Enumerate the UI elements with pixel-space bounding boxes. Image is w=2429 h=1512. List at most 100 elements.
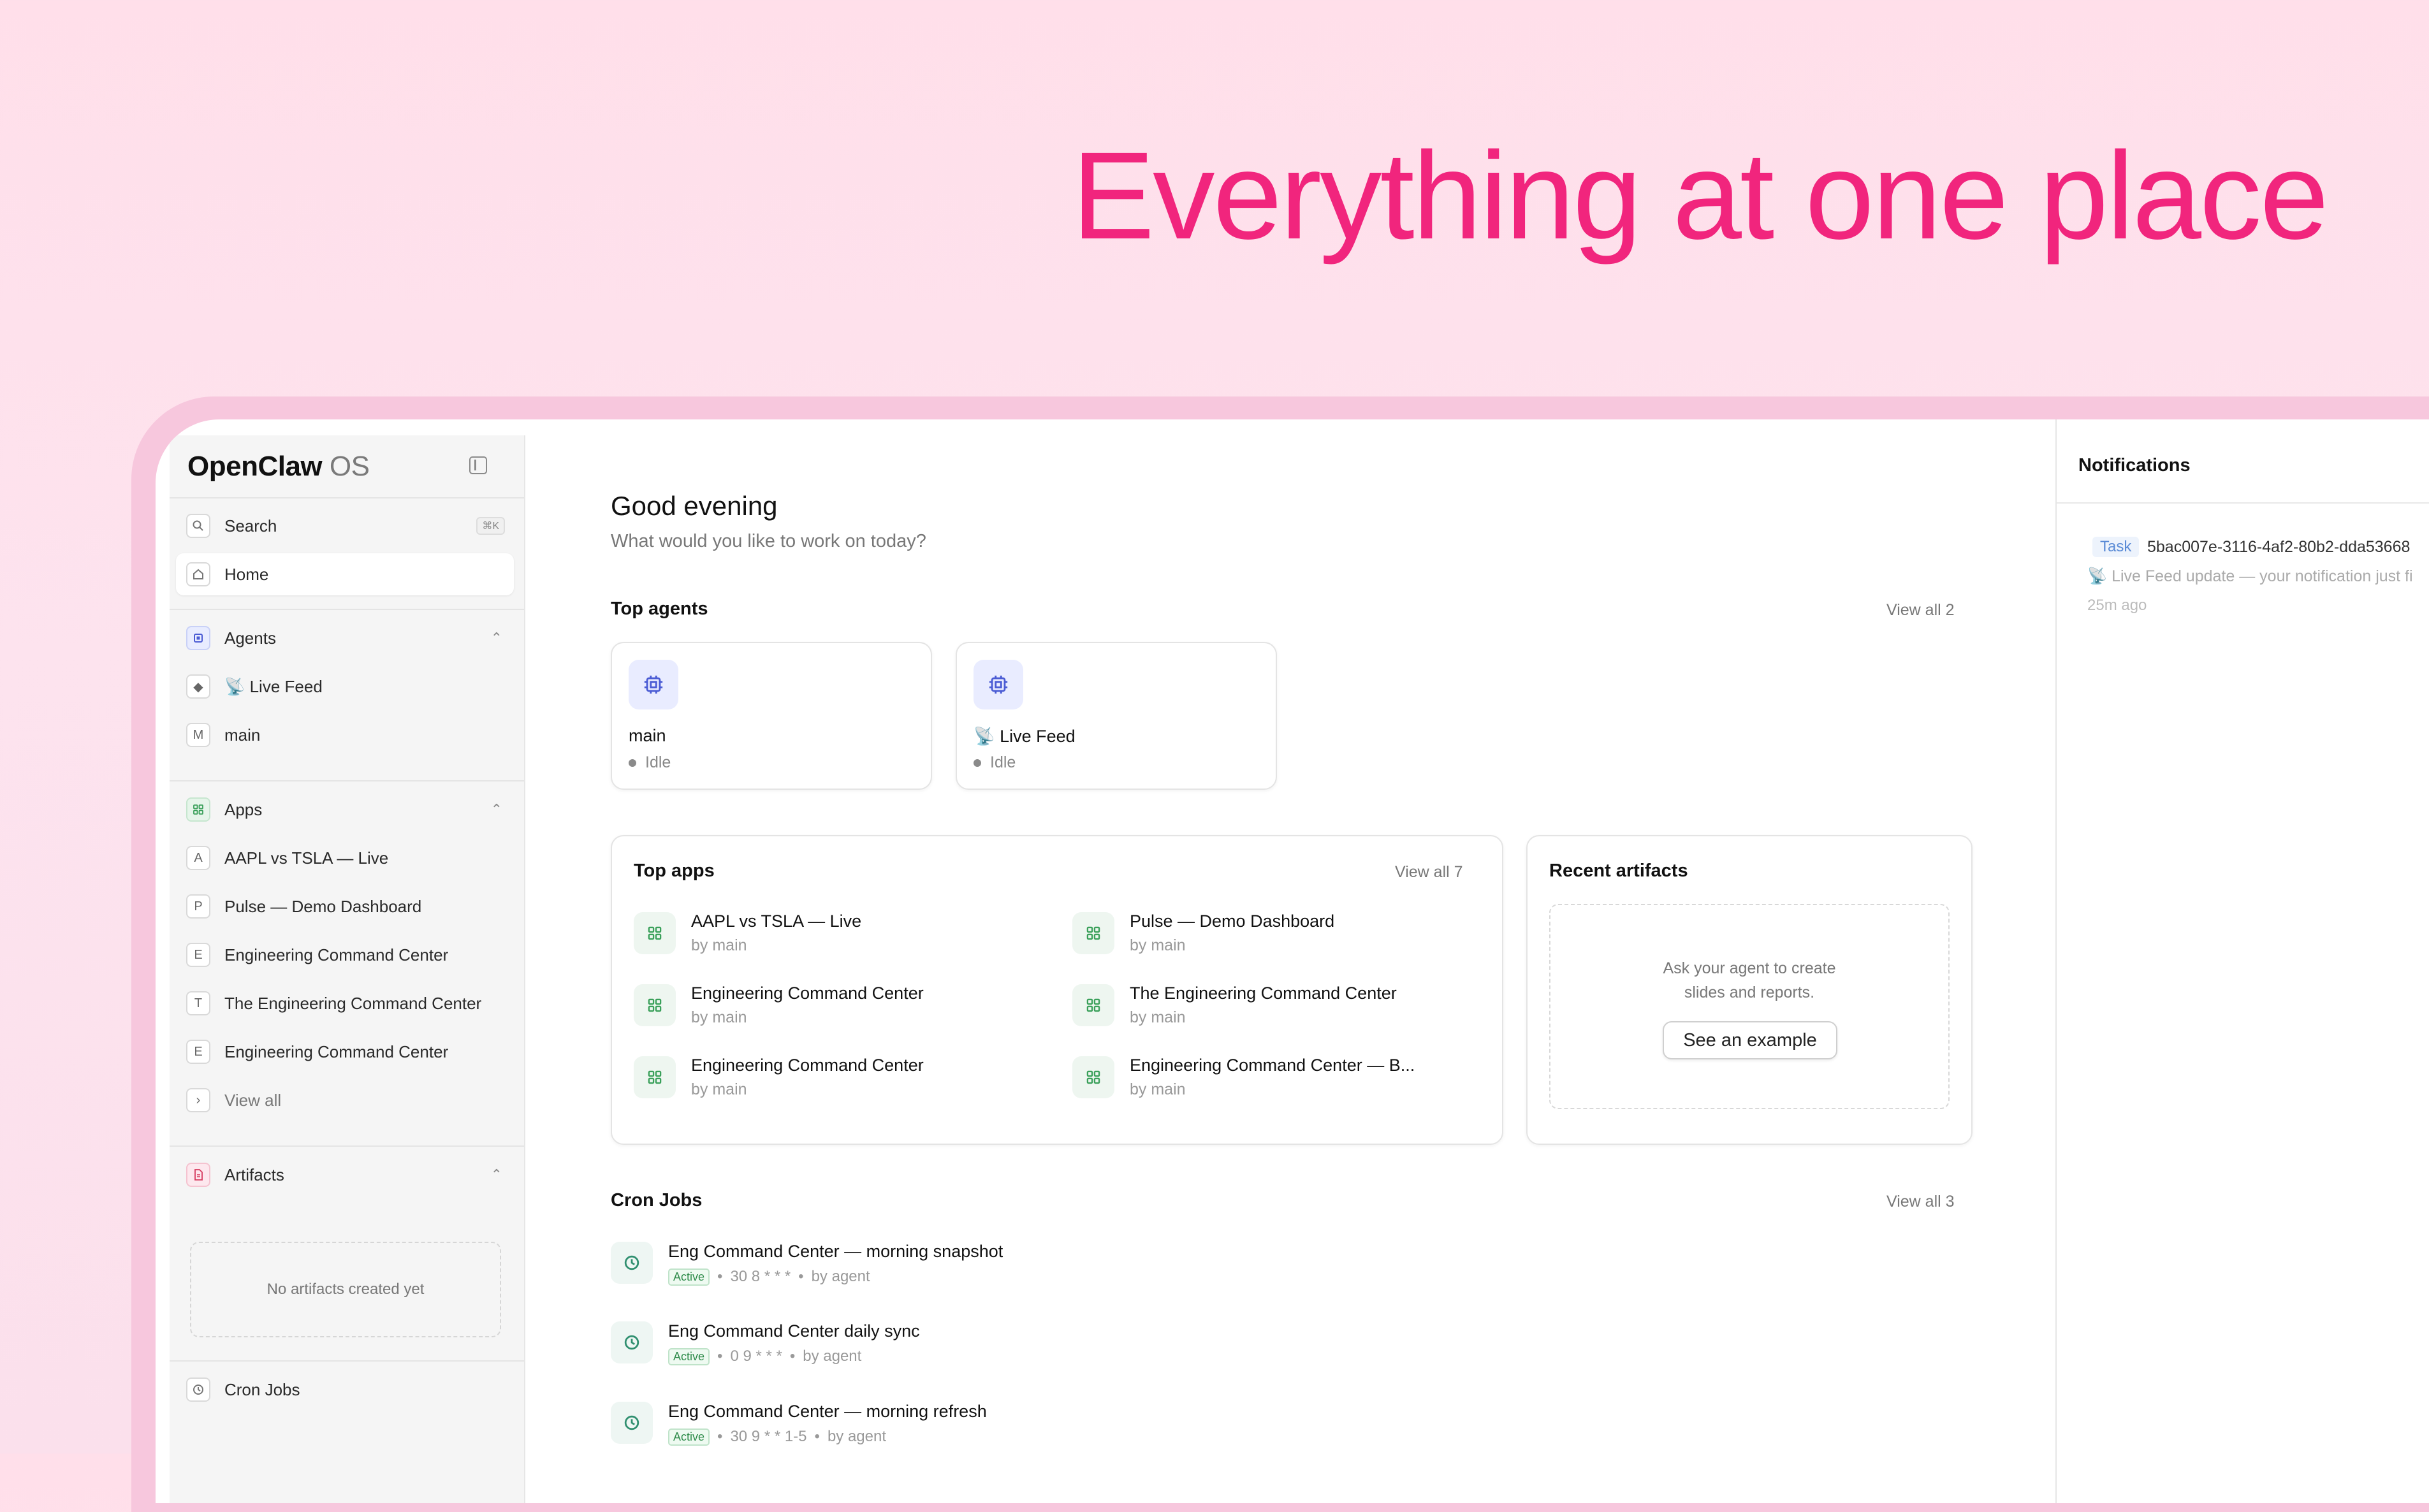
- artifacts-empty-state: Ask your agent to create slides and repo…: [1549, 904, 1950, 1109]
- cron-job-item[interactable]: Eng Command Center — morning refresh Act…: [611, 1402, 987, 1446]
- cron-job-item[interactable]: Eng Command Center daily sync Active • 0 …: [611, 1321, 920, 1365]
- brand-name: OpenClaw: [187, 451, 323, 482]
- app-letter-icon: E: [186, 943, 210, 967]
- clock-icon: [186, 1378, 210, 1402]
- agent-status-text: Idle: [645, 753, 671, 771]
- artifacts-section-header[interactable]: Artifacts ⌃: [176, 1154, 514, 1196]
- clock-icon: [611, 1242, 653, 1284]
- agent-label: main: [224, 725, 261, 745]
- artifacts-empty-state: No artifacts created yet: [190, 1242, 501, 1337]
- status-dot: [629, 759, 636, 767]
- app-letter-icon: E: [186, 1040, 210, 1064]
- sidebar-item-agent[interactable]: M main: [176, 714, 514, 756]
- status-badge: Active: [668, 1348, 710, 1365]
- app-grid-icon: [634, 1056, 676, 1098]
- sidebar-item-app[interactable]: A AAPL vs TSLA — Live: [176, 837, 514, 879]
- app-label: Engineering Command Center: [224, 945, 449, 964]
- cron-job-title: Eng Command Center daily sync: [668, 1321, 920, 1341]
- view-all-apps-link[interactable]: › View all: [176, 1079, 514, 1121]
- cron-job-meta: Active • 30 9 * * 1-5 • by agent: [668, 1428, 987, 1446]
- agent-status: Idle: [629, 753, 671, 772]
- view-all-label: View all: [224, 1090, 282, 1110]
- search-shortcut: ⌘K: [476, 517, 505, 535]
- app-grid-icon: [1072, 1056, 1114, 1098]
- app-label: Engineering Command Center: [224, 1042, 449, 1061]
- agent-card[interactable]: 📡 Live Feed Idle: [956, 642, 1277, 790]
- agent-status-text: Idle: [990, 753, 1016, 771]
- task-id: 5bac007e-3116-4af2-80b2-dda53668: [2147, 538, 2411, 556]
- chevron-up-icon[interactable]: ⌃: [491, 630, 502, 646]
- cron-job-title: Eng Command Center — morning refresh: [668, 1402, 987, 1421]
- app-owner: by main: [1130, 936, 1186, 954]
- sidebar-item-home[interactable]: Home: [176, 553, 514, 595]
- cron-jobs-label: Cron Jobs: [224, 1379, 300, 1399]
- agent-label: 📡 Live Feed: [224, 676, 323, 696]
- app-title: Engineering Command Center — B...: [1130, 1056, 1415, 1075]
- home-icon: [186, 562, 210, 586]
- cron-owner: by agent: [811, 1268, 870, 1285]
- artifacts-empty-message: Ask your agent to create slides and repo…: [1550, 956, 1948, 1005]
- app-title: Pulse — Demo Dashboard: [1130, 912, 1335, 931]
- sidebar-item-app[interactable]: P Pulse — Demo Dashboard: [176, 885, 514, 927]
- app-letter-icon: A: [186, 846, 210, 870]
- apps-section-header[interactable]: Apps ⌃: [176, 789, 514, 831]
- notification-description: 📡 Live Feed update — your notification j…: [2087, 567, 2413, 585]
- agents-section-header[interactable]: Agents ⌃: [176, 617, 514, 659]
- chevron-up-icon[interactable]: ⌃: [491, 1167, 502, 1183]
- sidebar-item-app[interactable]: E Engineering Command Center: [176, 1031, 514, 1073]
- app-letter-icon: T: [186, 991, 210, 1015]
- app-title: Engineering Command Center: [691, 984, 924, 1003]
- apps-header-label: Apps: [224, 799, 263, 819]
- app-owner: by main: [1130, 1080, 1186, 1098]
- view-all-agents-link[interactable]: View all 2: [1886, 601, 1955, 620]
- app-grid-icon: [634, 984, 676, 1026]
- artifacts-msg-line: slides and reports.: [1684, 984, 1815, 1001]
- app-grid-icon: [634, 912, 676, 954]
- sidebar-item-cron-jobs[interactable]: Cron Jobs: [176, 1369, 514, 1411]
- divider: [170, 497, 524, 498]
- hero-headline: Everything at one place: [1072, 126, 2329, 265]
- live-feed-agent-icon: ◆: [186, 674, 210, 699]
- search-label: Search: [224, 516, 277, 535]
- app-title: Engineering Command Center: [691, 1056, 924, 1075]
- chevron-up-icon[interactable]: ⌃: [491, 801, 502, 818]
- agent-status: Idle: [974, 753, 1016, 772]
- cron-owner: by agent: [827, 1428, 887, 1445]
- cron-job-title: Eng Command Center — morning snapshot: [668, 1242, 1003, 1261]
- app-owner: by main: [691, 936, 747, 954]
- artifacts-msg-line: Ask your agent to create: [1663, 959, 1836, 977]
- app-item[interactable]: The Engineering Command Center by main: [1072, 984, 1468, 1027]
- app-item[interactable]: Engineering Command Center by main: [634, 984, 1029, 1027]
- sidebar-item-agent[interactable]: ◆ 📡 Live Feed: [176, 665, 514, 708]
- sidebar-item-app[interactable]: E Engineering Command Center: [176, 934, 514, 976]
- search-button[interactable]: Search ⌘K: [176, 505, 514, 547]
- cron-owner: by agent: [803, 1348, 862, 1365]
- see-example-button[interactable]: See an example: [1663, 1021, 1837, 1059]
- sidebar: OpenClaw OS Search ⌘K Home Agents ⌃ ◆ 📡 …: [170, 435, 525, 1503]
- agent-name: 📡 Live Feed: [974, 727, 1076, 746]
- view-all-cron-link[interactable]: View all 3: [1886, 1193, 1955, 1211]
- app-item[interactable]: Pulse — Demo Dashboard by main: [1072, 912, 1468, 955]
- status-dot: [974, 759, 981, 767]
- agents-header-label: Agents: [224, 628, 276, 648]
- apps-grid-icon: [186, 797, 210, 822]
- app-item[interactable]: Engineering Command Center by main: [634, 1056, 1029, 1099]
- app-title: The Engineering Command Center: [1130, 984, 1397, 1003]
- cron-schedule: 30 8 * * *: [730, 1268, 791, 1285]
- home-label: Home: [224, 564, 269, 584]
- cron-job-item[interactable]: Eng Command Center — morning snapshot Ac…: [611, 1242, 1003, 1286]
- divider: [170, 1360, 524, 1362]
- app-item[interactable]: Engineering Command Center — B... by main: [1072, 1056, 1468, 1099]
- app-item[interactable]: AAPL vs TSLA — Live by main: [634, 912, 1029, 955]
- collapse-sidebar-icon[interactable]: [469, 456, 487, 474]
- sidebar-item-app[interactable]: T The Engineering Command Center: [176, 982, 514, 1024]
- status-badge: Active: [668, 1428, 710, 1446]
- clock-icon: [611, 1321, 653, 1363]
- app-owner: by main: [691, 1008, 747, 1026]
- notification-time: 25m ago: [2087, 597, 2147, 614]
- view-all-apps-link[interactable]: View all 7: [1395, 863, 1463, 882]
- agent-card[interactable]: main Idle: [611, 642, 932, 790]
- cron-job-meta: Active • 30 8 * * * • by agent: [668, 1268, 1003, 1286]
- document-icon: [186, 1163, 210, 1187]
- artifacts-header-label: Artifacts: [224, 1165, 284, 1184]
